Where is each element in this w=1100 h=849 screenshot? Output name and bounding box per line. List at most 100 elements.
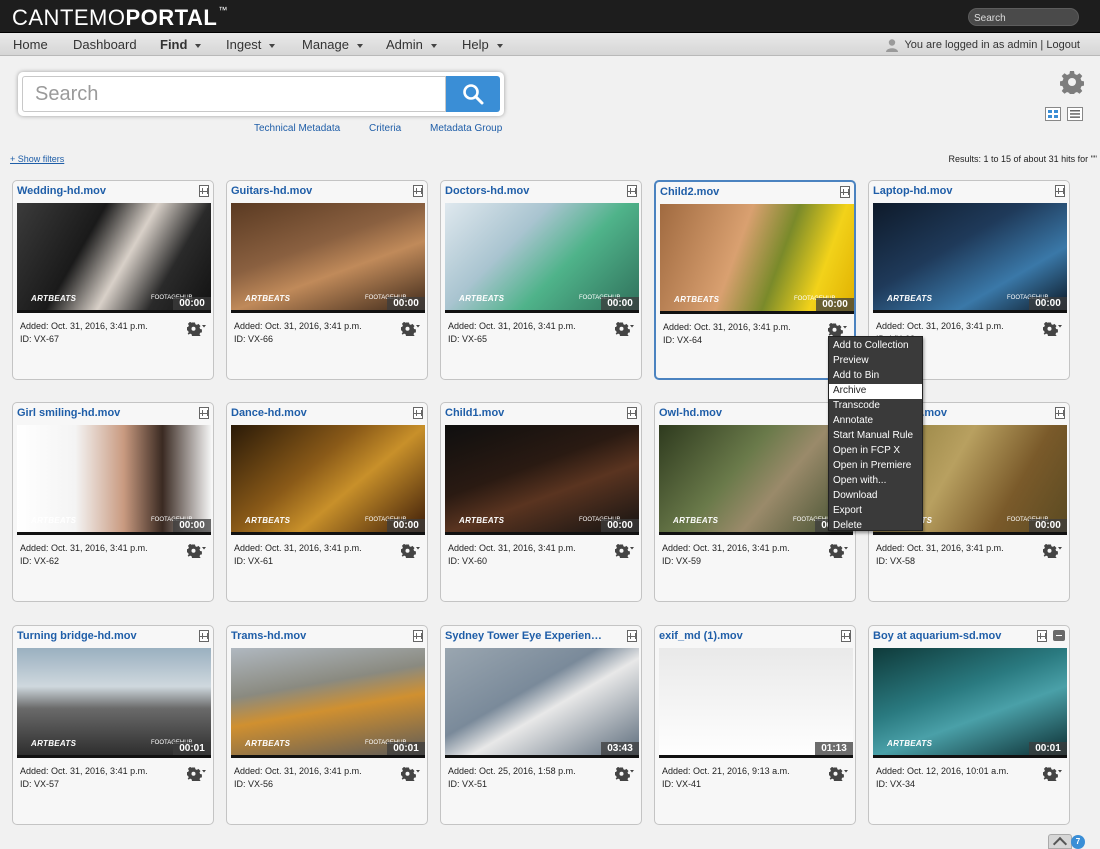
gear-menu-icon[interactable] xyxy=(401,322,421,336)
item-title[interactable]: Owl-hd.mov xyxy=(659,407,819,419)
media-item-card[interactable]: Turning bridge-hd.mov ARTBEATS FOOTAGEHUB 0… xyxy=(12,625,214,825)
context-menu-item[interactable]: Annotate xyxy=(829,414,922,429)
scroll-to-top-button[interactable] xyxy=(1048,834,1072,849)
grid-view-button[interactable] xyxy=(1045,107,1061,121)
item-title[interactable]: Boy at aquarium-sd.mov xyxy=(873,630,1033,642)
context-menu-item[interactable]: Preview xyxy=(829,354,922,369)
settings-gear-icon[interactable] xyxy=(1060,70,1084,94)
criteria-link[interactable]: Criteria xyxy=(369,123,401,134)
gear-menu-icon[interactable] xyxy=(615,767,635,781)
nav-admin[interactable]: Admin xyxy=(386,37,437,52)
gear-menu-icon[interactable] xyxy=(401,544,421,558)
item-title[interactable]: Laptop-hd.mov xyxy=(873,185,1033,197)
item-id: ID: VX-59 xyxy=(662,556,702,566)
nav-help-label: Help xyxy=(462,37,489,52)
added-date: Added: Oct. 31, 2016, 3:41 p.m. xyxy=(20,543,148,553)
gear-menu-icon[interactable] xyxy=(615,322,635,336)
gear-menu-icon[interactable] xyxy=(828,323,848,337)
gear-menu-icon[interactable] xyxy=(829,544,849,558)
video-thumbnail[interactable]: 03:43 xyxy=(445,648,639,758)
item-title[interactable]: Child1.mov xyxy=(445,407,605,419)
gear-menu-icon[interactable] xyxy=(615,544,635,558)
artbeats-watermark: ARTBEATS xyxy=(673,516,719,525)
video-thumbnail[interactable]: ARTBEATSFOOTAGEHUB00:00 xyxy=(445,425,639,535)
show-filters-link[interactable]: + Show filters xyxy=(10,154,64,164)
item-title[interactable]: Guitars-hd.mov xyxy=(231,185,391,197)
gear-menu-icon[interactable] xyxy=(401,767,421,781)
metadata-group-link[interactable]: Metadata Group xyxy=(430,123,502,134)
media-item-card[interactable]: Trams-hd.mov ARTBEATS FOOTAGEHUB 00:01 Added… xyxy=(226,625,428,825)
video-thumbnail[interactable]: ARTBEATSFOOTAGEHUB00:00 xyxy=(660,204,854,314)
artbeats-watermark: ARTBEATS xyxy=(459,294,505,303)
video-thumbnail[interactable]: ARTBEATS 00:01 xyxy=(873,648,1067,758)
nav-help[interactable]: Help xyxy=(462,37,503,52)
nav-ingest[interactable]: Ingest xyxy=(226,37,276,52)
video-thumbnail[interactable]: 01:13 xyxy=(659,648,853,758)
gear-menu-icon[interactable] xyxy=(1043,322,1063,336)
item-title[interactable]: Girl smiling-hd.mov xyxy=(17,407,177,419)
list-view-button[interactable] xyxy=(1067,107,1083,121)
gear-menu-icon[interactable] xyxy=(187,544,207,558)
media-item-card[interactable]: Child2.mov ARTBEATS FOOTAGEHUB 00:00 Added: … xyxy=(654,180,856,380)
context-menu-item[interactable]: Transcode xyxy=(829,399,922,414)
media-item-card[interactable]: Boy at aquarium-sd.mov ARTBEATS 00:01 Added… xyxy=(868,625,1070,825)
nav-home[interactable]: Home xyxy=(13,37,48,52)
video-thumbnail[interactable]: ARTBEATS FOOTAGEHUB 00:01 xyxy=(231,648,425,758)
context-menu-item[interactable]: Download xyxy=(829,489,922,504)
gear-menu-icon[interactable] xyxy=(1043,767,1063,781)
gear-menu-icon[interactable] xyxy=(829,767,849,781)
cantemo-portal-logo[interactable]: CANTEMOPORTAL™ xyxy=(12,5,228,31)
video-thumbnail[interactable]: ARTBEATSFOOTAGEHUB00:00 xyxy=(231,425,425,535)
item-title[interactable]: Dance-hd.mov xyxy=(231,407,391,419)
item-title[interactable]: Doctors-hd.mov xyxy=(445,185,605,197)
media-item-card[interactable]: Girl smiling-hd.mov ARTBEATS FOOTAGEHUB 00:… xyxy=(12,402,214,602)
context-menu-item[interactable]: Add to Collection xyxy=(829,339,922,354)
gear-menu-icon[interactable] xyxy=(187,322,207,336)
item-title[interactable]: Child2.mov xyxy=(660,186,820,198)
added-date: Added: Oct. 31, 2016, 3:41 p.m. xyxy=(662,543,790,553)
context-menu-item[interactable]: Start Manual Rule xyxy=(829,429,922,444)
gear-menu-icon[interactable] xyxy=(187,767,207,781)
logout-link[interactable]: Logout xyxy=(1046,39,1080,51)
context-menu-item[interactable]: Open in Premiere xyxy=(829,459,922,474)
video-thumbnail[interactable]: ARTBEATSFOOTAGEHUB00:00 xyxy=(17,425,211,535)
technical-metadata-link[interactable]: Technical Metadata xyxy=(254,123,340,134)
context-menu-item[interactable]: Delete xyxy=(829,519,922,534)
media-item-card[interactable]: Guitars-hd.mov ARTBEATS FOOTAGEHUB 00:00 Add… xyxy=(226,180,428,380)
search-button[interactable] xyxy=(446,76,500,112)
media-item-card[interactable]: Sydney Tower Eye Experience in… 03:43 Adde… xyxy=(440,625,642,825)
item-title[interactable]: Trams-hd.mov xyxy=(231,630,391,642)
context-menu-item[interactable]: Archive xyxy=(829,384,922,399)
header-search-input[interactable] xyxy=(968,8,1079,26)
item-title[interactable]: Sydney Tower Eye Experience in… xyxy=(445,630,605,642)
video-thumbnail[interactable]: ARTBEATSFOOTAGEHUB00:00 xyxy=(231,203,425,313)
media-item-card[interactable]: Dance-hd.mov ARTBEATS FOOTAGEHUB 00:00 Added… xyxy=(226,402,428,602)
nav-dashboard[interactable]: Dashboard xyxy=(73,37,137,52)
media-item-card[interactable]: exif_md (1).mov 01:13 Added: Oct. 21, 2016… xyxy=(654,625,856,825)
video-thumbnail[interactable]: ARTBEATSFOOTAGEHUB00:00 xyxy=(873,203,1067,313)
video-thumbnail[interactable]: ARTBEATSFOOTAGEHUB00:00 xyxy=(659,425,853,535)
context-menu-item[interactable]: Open in FCP X xyxy=(829,444,922,459)
item-title[interactable]: exif_md (1).mov xyxy=(659,630,819,642)
media-item-card[interactable]: Owl-hd.mov ARTBEATSFOOTAGEHUB00:00 Added: … xyxy=(654,402,856,602)
nav-manage[interactable]: Manage xyxy=(302,37,363,52)
nav-find[interactable]: Find xyxy=(160,37,202,52)
item-title[interactable]: Turning bridge-hd.mov xyxy=(17,630,177,642)
item-title[interactable]: Wedding-hd.mov xyxy=(17,185,177,197)
video-thumbnail[interactable]: ARTBEATSFOOTAGEHUB00:00 xyxy=(17,203,211,313)
user-icon xyxy=(886,39,899,52)
context-menu-item[interactable]: Add to Bin xyxy=(829,369,922,384)
main-search-input[interactable] xyxy=(22,76,446,112)
media-item-card[interactable]: Doctors-hd.mov ARTBEATS FOOTAGEHUB 00:00 Add… xyxy=(440,180,642,380)
gear-menu-icon[interactable] xyxy=(1043,544,1063,558)
placeholder-icon[interactable] xyxy=(1053,630,1065,641)
video-file-icon xyxy=(1055,407,1065,419)
media-item-card[interactable]: Wedding-hd.mov ARTBEATS FOOTAGEHUB 00:00 Add… xyxy=(12,180,214,380)
context-menu-item[interactable]: Open with... xyxy=(829,474,922,489)
context-menu-item[interactable]: Export xyxy=(829,504,922,519)
added-date: Added: Oct. 25, 2016, 1:58 p.m. xyxy=(448,766,576,776)
video-thumbnail[interactable]: ARTBEATS FOOTAGEHUB 00:01 xyxy=(17,648,211,758)
notification-badge[interactable]: 7 xyxy=(1071,835,1085,849)
video-thumbnail[interactable]: ARTBEATSFOOTAGEHUB00:00 xyxy=(445,203,639,313)
media-item-card[interactable]: Child1.mov ARTBEATS FOOTAGEHUB 00:00 Added: … xyxy=(440,402,642,602)
